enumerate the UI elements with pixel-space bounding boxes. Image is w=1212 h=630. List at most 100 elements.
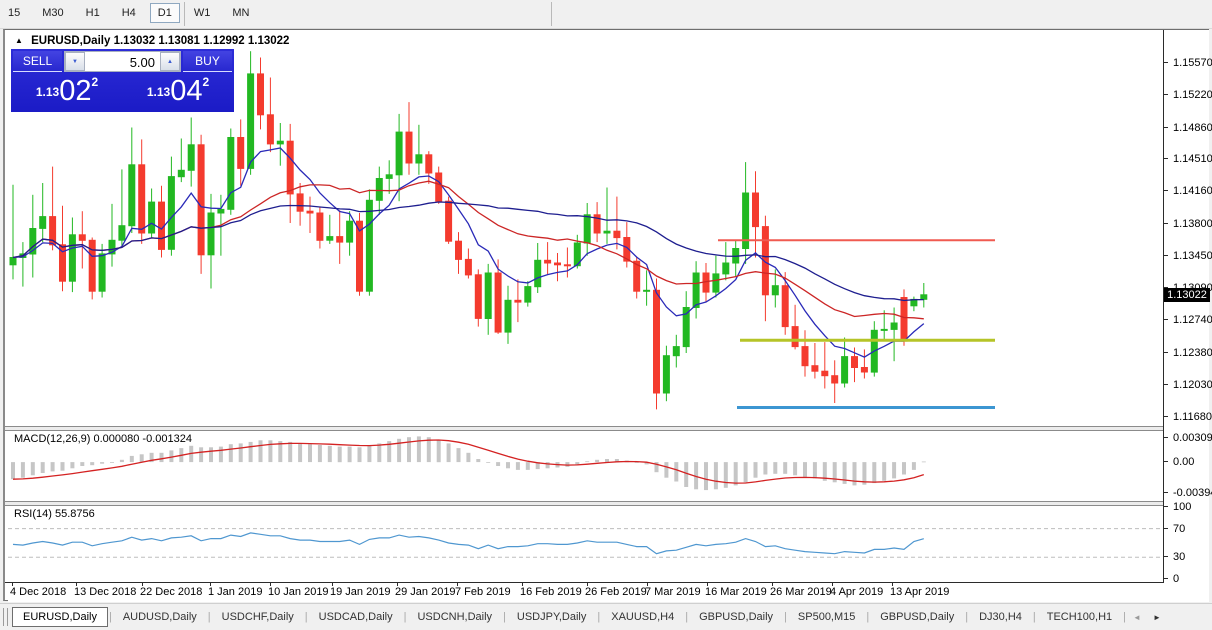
axis-tick — [1164, 416, 1168, 417]
buy-price-prefix: 1.13 — [146, 85, 171, 99]
axis-tick-label: 1.15570 — [1173, 57, 1212, 69]
date-label: 19 Jan 2019 — [330, 586, 391, 598]
volume-decrease-button[interactable]: ▼ — [65, 52, 85, 71]
timeframe-button-d1[interactable]: D1 — [149, 3, 180, 23]
volume-value[interactable]: 5.00 — [85, 52, 160, 71]
axis-tick-label: 1.13800 — [1173, 218, 1212, 230]
date-label: 22 Dec 2018 — [140, 586, 203, 598]
date-label: 26 Feb 2019 — [585, 586, 647, 598]
axis-tick-label: 1.15220 — [1173, 89, 1212, 101]
buy-price-sup: 2 — [202, 75, 210, 89]
chart-tab-usdcnh-daily[interactable]: USDCNH,Daily — [407, 608, 502, 626]
axis-tick — [1164, 319, 1168, 320]
tabs-scroll-right-icon[interactable]: ► — [1147, 610, 1167, 625]
buy-price-big: 04 — [170, 75, 203, 107]
chart-tab-sp500-m15[interactable]: SP500,M15 — [788, 608, 865, 626]
axis-tick — [1164, 223, 1168, 224]
chart-title-symbol: EURUSD,Daily — [31, 35, 111, 47]
axis-tick-label: 1.14510 — [1173, 153, 1212, 165]
price-axis: 1.13022 1.15570 1.15220 1.14860 1.14510 1.14… — [1164, 30, 1212, 602]
sell-price-prefix: 1.13 — [35, 85, 60, 99]
chart-tab-usdjpy-daily[interactable]: USDJPY,Daily — [507, 608, 597, 626]
axis-tick-label: -0.003947 — [1173, 487, 1212, 499]
chart-tab-bar: EURUSD,Daily | AUDUSD,Daily | USDCHF,Daily | U… — [0, 603, 1212, 630]
timeframe-buttons: 15 M30 H1 H4 D1 W1 MN — [0, 3, 257, 23]
axis-tick — [1164, 384, 1168, 385]
axis-tick — [1164, 94, 1168, 95]
timeframe-button-15[interactable]: 15 — [0, 3, 28, 23]
date-label: 16 Mar 2019 — [705, 586, 767, 598]
chart-tab-tech100-h1[interactable]: TECH100,H1 — [1037, 608, 1122, 626]
date-label: 10 Jan 2019 — [268, 586, 329, 598]
timeframe-button-w1[interactable]: W1 — [186, 3, 219, 23]
chart-tab-usdchf-daily[interactable]: USDCHF,Daily — [212, 608, 304, 626]
axis-tick — [1164, 528, 1168, 529]
axis-tick-label: 1.14860 — [1173, 122, 1212, 134]
axis-tick — [1164, 158, 1168, 159]
timeframe-button-h4[interactable]: H4 — [114, 3, 144, 23]
chart-tab-gbpusd-daily[interactable]: GBPUSD,Daily — [870, 608, 964, 626]
axis-tick — [1164, 437, 1168, 438]
chart-window: ▲ EURUSD,Daily 1.13032 1.13081 1.12992 1… — [3, 29, 1212, 602]
axis-tick-label: 70 — [1173, 523, 1186, 535]
date-label: 16 Feb 2019 — [520, 586, 582, 598]
chart-tab-xauusd-h4[interactable]: XAUUSD,H4 — [601, 608, 684, 626]
buy-button[interactable]: BUY — [183, 51, 232, 72]
chart-tab-eurusd-daily[interactable]: EURUSD,Daily — [12, 607, 108, 627]
axis-tick — [1164, 578, 1168, 579]
chart-tabs: EURUSD,Daily | AUDUSD,Daily | USDCHF,Daily | U… — [12, 607, 1127, 627]
date-axis: 4 Dec 2018 13 Dec 2018 22 Dec 2018 1 Jan 20… — [8, 583, 1164, 602]
date-label: 13 Dec 2018 — [74, 586, 137, 598]
toolbar-separator — [184, 2, 185, 26]
date-label: 7 Mar 2019 — [645, 586, 701, 598]
axis-tick-label: 1.13450 — [1173, 250, 1212, 262]
axis-tick — [1164, 461, 1168, 462]
volume-increase-button[interactable]: ▲ — [160, 52, 180, 71]
date-label: 26 Mar 2019 — [770, 586, 832, 598]
date-label: 13 Apr 2019 — [890, 586, 950, 598]
sell-price-display[interactable]: 1.13022 — [13, 74, 121, 110]
toolbar-separator — [551, 2, 552, 26]
axis-tick — [1164, 492, 1168, 493]
axis-tick-label: 0.00 — [1173, 456, 1195, 468]
date-label: 4 Dec 2018 — [10, 586, 67, 598]
chart-tab-dj30-h4[interactable]: DJ30,H4 — [969, 608, 1032, 626]
axis-tick-label: 1.12380 — [1173, 347, 1212, 359]
axis-tick-label: 100 — [1173, 501, 1192, 513]
axis-tick-label: 1.14160 — [1173, 185, 1212, 197]
axis-tick — [1164, 190, 1168, 191]
rsi-pane-svg[interactable] — [8, 506, 1163, 581]
sell-price-sup: 2 — [91, 75, 99, 89]
date-label: 4 Apr 2019 — [830, 586, 884, 598]
axis-tick — [1164, 352, 1168, 353]
axis-tick — [1164, 506, 1168, 507]
chart-tab-audusd-daily[interactable]: AUDUSD,Daily — [113, 608, 207, 626]
volume-spinner: ▼ 5.00 ▲ — [64, 51, 181, 72]
chart-title-ohlc: 1.13032 1.13081 1.12992 1.13022 — [113, 35, 290, 47]
axis-tick — [1164, 127, 1168, 128]
axis-tick-label: 0.003095 — [1173, 432, 1212, 444]
axis-tick — [1164, 62, 1168, 63]
axis-tick-label: 1.12740 — [1173, 314, 1212, 326]
tabs-scroll-left-icon[interactable]: ◄ — [1127, 610, 1147, 625]
rsi-label: RSI(14) 55.8756 — [14, 508, 95, 520]
timeframe-button-m30[interactable]: M30 — [34, 3, 71, 23]
timeframe-button-mn[interactable]: MN — [224, 3, 257, 23]
chart-tab-gbpusd-daily[interactable]: GBPUSD,Daily — [689, 608, 783, 626]
one-click-trading-panel: SELL ▼ 5.00 ▲ BUY 1.13022 1.13042 — [11, 49, 234, 112]
axis-tick-label: 1.12030 — [1173, 379, 1212, 391]
trading-terminal: 15 M30 H1 H4 D1 W1 MN ▲ EURUSD,Daily 1.13032 1… — [0, 0, 1212, 630]
rsi-line — [12, 532, 924, 555]
macd-label: MACD(12,26,9) 0.000080 -0.001324 — [14, 433, 192, 445]
spin-up-icon: ▲ — [167, 58, 173, 65]
timeframe-button-h1[interactable]: H1 — [78, 3, 108, 23]
sell-price-big: 02 — [59, 75, 92, 107]
axis-tick-label: 0 — [1173, 573, 1180, 585]
chart-tab-usdcad-daily[interactable]: USDCAD,Daily — [309, 608, 403, 626]
chart-collapse-icon[interactable]: ▲ — [15, 36, 23, 45]
axis-tick — [1164, 556, 1168, 557]
sell-button[interactable]: SELL — [13, 51, 62, 72]
tab-bar-gripper[interactable] — [3, 608, 8, 626]
chart-title: ▲ EURUSD,Daily 1.13032 1.13081 1.12992 1… — [15, 35, 289, 47]
buy-price-display[interactable]: 1.13042 — [124, 74, 232, 110]
